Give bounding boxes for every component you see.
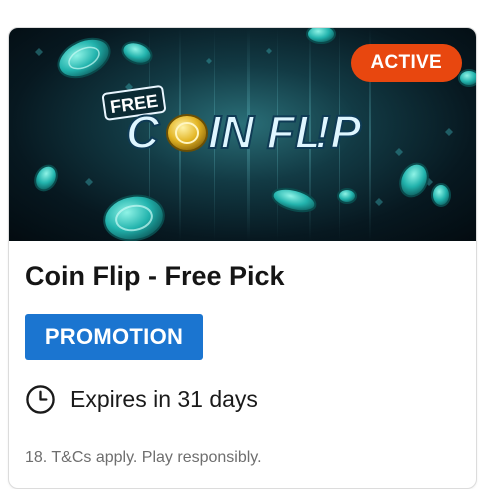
logo-text-ip: !P: [315, 106, 361, 158]
logo-text-in-fl: IN FL: [208, 106, 323, 158]
promo-banner-image: FREE C IN FL !P ACTIVE: [9, 28, 476, 241]
expiry-row: Expires in 31 days: [25, 382, 258, 416]
expiry-text: Expires in 31 days: [70, 385, 258, 412]
status-badge: ACTIVE: [350, 44, 462, 82]
disclaimer-text: 18. T&Cs apply. Play responsibly.: [25, 449, 262, 466]
logo-letter-c: C: [126, 106, 160, 158]
promo-card[interactable]: FREE C IN FL !P ACTIVE Coin Flip - Free …: [8, 27, 477, 489]
promotion-tag: PROMOTION: [25, 314, 203, 360]
gold-coin-icon: [166, 114, 208, 152]
coin-flip-logo: C IN FL !P: [125, 105, 362, 159]
clock-icon: [26, 384, 55, 414]
promo-title: Coin Flip - Free Pick: [25, 261, 285, 291]
